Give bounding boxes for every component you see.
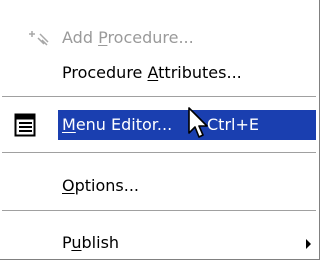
submenu-arrow-icon	[306, 239, 311, 249]
menu-item-label: Options...	[62, 176, 139, 195]
context-menu: Add Procedure... Procedure Attributes...…	[0, 0, 320, 260]
menu-item-add-procedure: Add Procedure...	[0, 23, 319, 53]
menu-editor-icon	[14, 113, 36, 137]
menu-separator	[2, 210, 316, 212]
menu-separator	[2, 152, 316, 154]
menu-separator	[2, 96, 316, 98]
menu-item-label: Publish	[62, 233, 120, 252]
menu-item-label: Add Procedure...	[62, 28, 194, 47]
menu-item-publish[interactable]: Publish	[0, 228, 319, 258]
mouse-pointer-icon	[188, 107, 208, 138]
menu-item-label: Menu Editor...	[62, 115, 173, 134]
menu-item-shortcut: Ctrl+E	[207, 115, 259, 134]
menu-item-label: Procedure Attributes...	[62, 63, 242, 82]
menu-item-options[interactable]: Options...	[0, 171, 319, 201]
menu-item-procedure-attributes[interactable]: Procedure Attributes...	[0, 58, 319, 88]
menu-item-menu-editor[interactable]: Menu Editor... Ctrl+E	[0, 110, 319, 140]
add-procedure-icon	[29, 31, 49, 46]
